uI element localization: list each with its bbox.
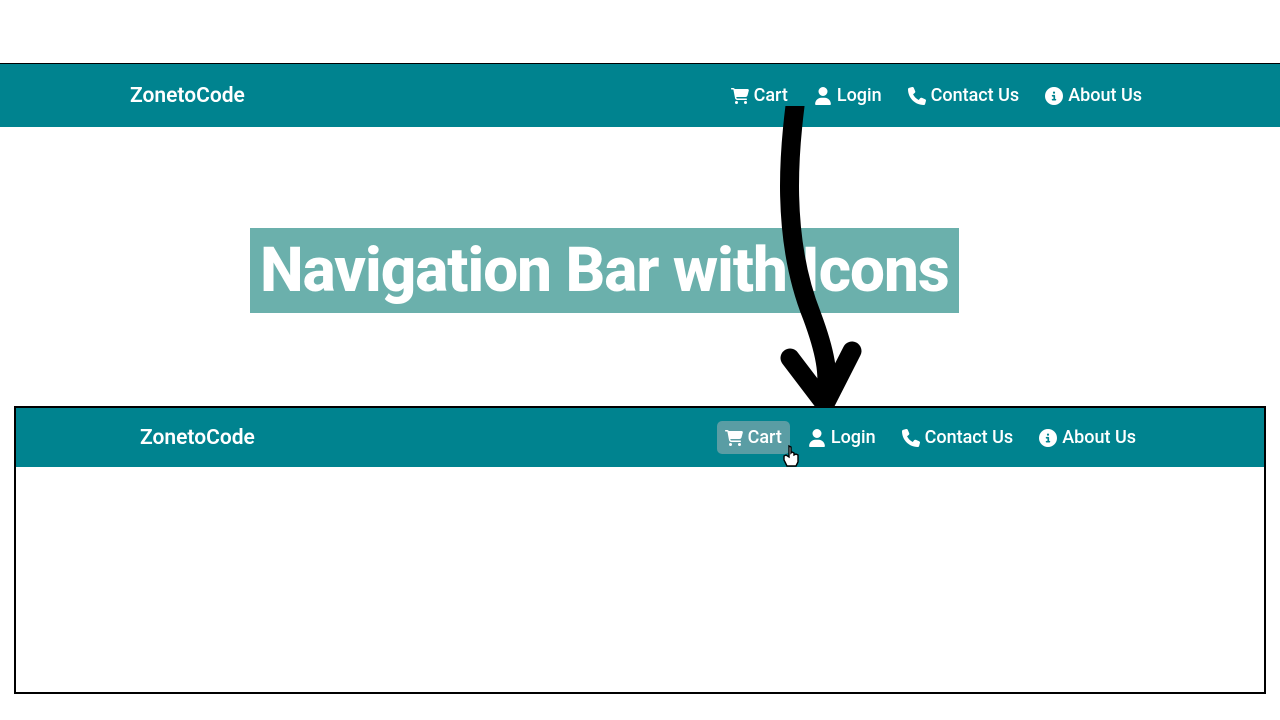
nav-link-login-bottom[interactable]: Login bbox=[800, 421, 884, 454]
navbar-top: ZonetoCode Cart Login Contact Us About U… bbox=[0, 63, 1280, 127]
nav-links-bottom: Cart Login Contact Us About Us bbox=[717, 421, 1144, 454]
nav-link-about-label-bottom: About Us bbox=[1062, 427, 1136, 448]
navbar-bottom: ZonetoCode Cart Login Contact Us bbox=[16, 408, 1264, 467]
info-icon bbox=[1039, 429, 1057, 447]
brand-link-top[interactable]: ZonetoCode bbox=[130, 84, 245, 108]
nav-links-top: Cart Login Contact Us About Us bbox=[723, 79, 1150, 112]
nav-link-contact-label-bottom: Contact Us bbox=[925, 427, 1014, 448]
phone-icon bbox=[902, 429, 920, 447]
phone-icon bbox=[908, 87, 926, 105]
cart-icon bbox=[731, 87, 749, 105]
navbar-bottom-frame: ZonetoCode Cart Login Contact Us bbox=[14, 406, 1266, 694]
nav-link-cart-label-bottom: Cart bbox=[748, 427, 782, 448]
nav-link-login-top[interactable]: Login bbox=[806, 79, 890, 112]
nav-link-cart-label-top: Cart bbox=[754, 85, 788, 106]
info-icon bbox=[1045, 87, 1063, 105]
nav-link-contact-bottom[interactable]: Contact Us bbox=[894, 421, 1022, 454]
nav-link-about-top[interactable]: About Us bbox=[1037, 79, 1150, 112]
nav-link-login-label-bottom: Login bbox=[831, 427, 876, 448]
nav-link-contact-top[interactable]: Contact Us bbox=[900, 79, 1028, 112]
nav-link-contact-label-top: Contact Us bbox=[931, 85, 1020, 106]
brand-link-bottom[interactable]: ZonetoCode bbox=[140, 426, 255, 450]
cart-icon bbox=[725, 429, 743, 447]
title-banner: Navigation Bar with Icons bbox=[250, 228, 959, 313]
nav-link-cart-top[interactable]: Cart bbox=[723, 79, 796, 112]
nav-link-about-label-top: About Us bbox=[1068, 85, 1142, 106]
top-spacer bbox=[0, 0, 1280, 63]
nav-link-about-bottom[interactable]: About Us bbox=[1031, 421, 1144, 454]
nav-link-login-label-top: Login bbox=[837, 85, 882, 106]
nav-link-cart-bottom[interactable]: Cart bbox=[717, 421, 790, 454]
user-icon bbox=[808, 429, 826, 447]
user-icon bbox=[814, 87, 832, 105]
